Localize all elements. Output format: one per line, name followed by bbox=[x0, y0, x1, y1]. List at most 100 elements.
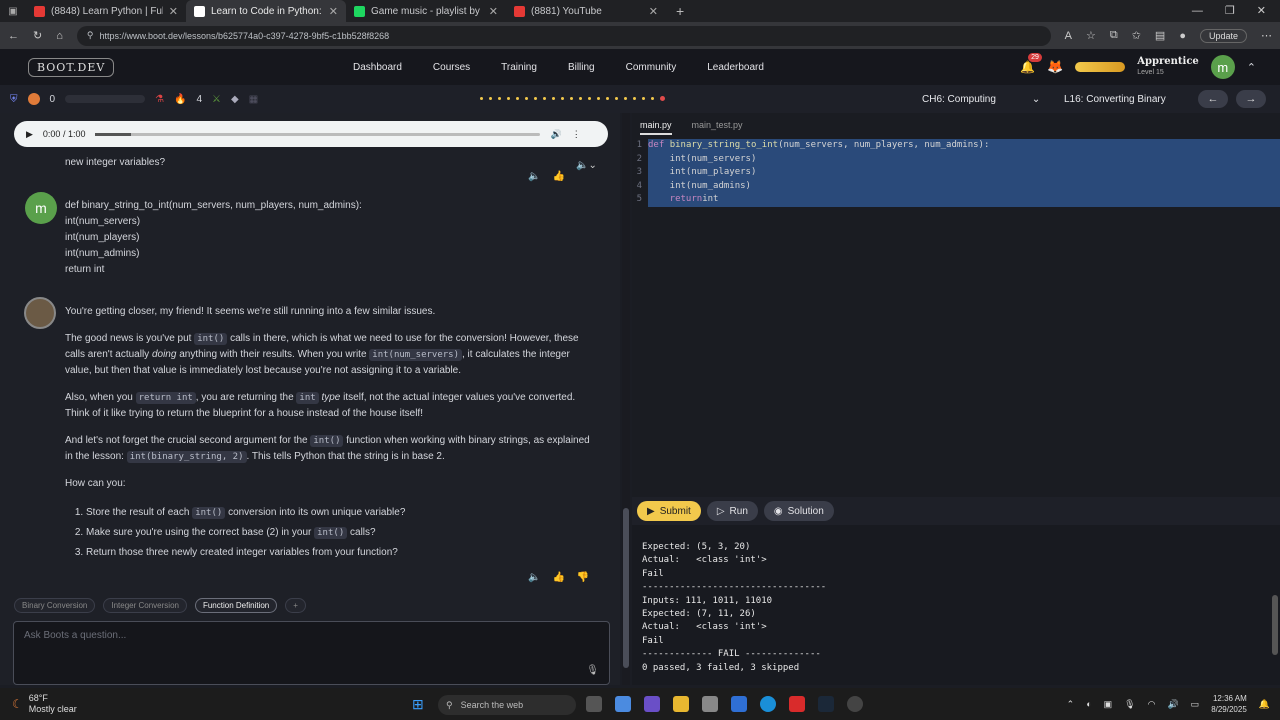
taskbar-search[interactable]: ⚲ Search the web bbox=[438, 695, 576, 715]
microphone-icon[interactable]: 🎙 bbox=[586, 665, 599, 676]
sword-icon[interactable]: ⚔ bbox=[212, 94, 221, 105]
more-icon[interactable]: ⋯ bbox=[1261, 29, 1272, 42]
chapter-select[interactable]: CH6: Computing ⌄ bbox=[922, 94, 1040, 105]
close-icon[interactable]: ✕ bbox=[329, 5, 338, 18]
media-icon[interactable] bbox=[789, 696, 805, 712]
chest-icon[interactable]: ▦ bbox=[249, 94, 258, 105]
url-text: https://www.boot.dev/lessons/b625774a0-c… bbox=[99, 30, 390, 41]
chip-function-definition[interactable]: Function Definition bbox=[194, 598, 278, 613]
flame-icon: 🔥 bbox=[174, 93, 187, 105]
file-explorer-icon[interactable] bbox=[673, 696, 689, 712]
minimize-icon[interactable]: — bbox=[1192, 0, 1203, 22]
code-lines[interactable]: 1 def binary_string_to_int (num_servers, n… bbox=[632, 139, 1280, 207]
favorite-star-icon[interactable]: ☆ bbox=[1086, 29, 1096, 42]
task-view-icon[interactable] bbox=[586, 696, 602, 712]
edge-icon[interactable] bbox=[760, 696, 776, 712]
next-lesson-button[interactable]: → bbox=[1236, 90, 1266, 108]
console-output: Expected: (5, 3, 20) Actual: <class 'int… bbox=[632, 525, 1280, 685]
extensions-icon[interactable]: ⧉ bbox=[1110, 29, 1118, 42]
home-icon[interactable]: ⌂ bbox=[56, 30, 63, 42]
voice-toggle[interactable]: 🔈⌄ bbox=[576, 158, 597, 174]
maximize-icon[interactable]: ❐ bbox=[1225, 0, 1235, 22]
chevron-up-icon[interactable]: ⌃ bbox=[1247, 61, 1256, 74]
back-icon[interactable]: ← bbox=[8, 30, 19, 42]
notifications-icon[interactable]: 🔔 bbox=[1259, 699, 1270, 710]
thumbs-up-icon[interactable]: 👍 bbox=[552, 570, 564, 586]
tray-app-icon[interactable]: ▣ bbox=[1104, 699, 1113, 710]
nav-training[interactable]: Training bbox=[501, 62, 537, 73]
tab-main-test-py[interactable]: main_test.py bbox=[692, 120, 743, 135]
browser-tab-1[interactable]: (8848) Learn Python | Full 7-Hour ✕ bbox=[26, 0, 186, 22]
windows-start-icon[interactable]: ⊞ bbox=[412, 696, 424, 713]
submit-button[interactable]: ▶ Submit bbox=[637, 501, 701, 521]
app-icon[interactable] bbox=[702, 696, 718, 712]
microphone-icon[interactable]: 🎙 bbox=[1124, 699, 1135, 710]
chip-integer-conversion[interactable]: Integer Conversion bbox=[103, 598, 187, 613]
code-editor[interactable]: main.py main_test.py 1 def binary_string_… bbox=[632, 113, 1280, 497]
run-button[interactable]: ▷ Run bbox=[706, 501, 758, 521]
new-tab-icon[interactable]: + bbox=[676, 3, 684, 19]
volume-icon[interactable]: 🔊 bbox=[550, 129, 561, 140]
collections-icon[interactable]: ▤ bbox=[1155, 29, 1165, 42]
thumbs-down-icon[interactable]: 👎 bbox=[577, 570, 589, 586]
console-scrollbar[interactable] bbox=[1272, 540, 1278, 680]
browser-tab-4[interactable]: (8881) YouTube ✕ bbox=[506, 0, 666, 22]
nav-community[interactable]: Community bbox=[626, 62, 677, 73]
notification-bell-icon[interactable]: 🔔 29 bbox=[1020, 53, 1042, 74]
lesson-select[interactable]: L16: Converting Binary⌄ bbox=[1064, 94, 1210, 105]
chip-binary-conversion[interactable]: Binary Conversion bbox=[14, 598, 96, 613]
pet-icon[interactable]: 🦊 bbox=[1047, 59, 1063, 75]
wifi-icon[interactable]: ◠ bbox=[1148, 699, 1156, 710]
speaker-icon[interactable]: 🔈 bbox=[528, 570, 540, 586]
play-icon: ▶ bbox=[647, 505, 655, 517]
prev-lesson-button[interactable]: ← bbox=[1198, 90, 1228, 108]
browser-tab-2[interactable]: Learn to Code in Python: Convert ✕ bbox=[186, 0, 346, 22]
clock[interactable]: 12:36 AM 8/29/2025 bbox=[1211, 693, 1247, 715]
url-field[interactable]: ⚲ https://www.boot.dev/lessons/b625774a0… bbox=[76, 25, 1051, 46]
speaker-icon[interactable]: 🔈 bbox=[528, 169, 540, 185]
battery-icon[interactable]: ▭ bbox=[1191, 699, 1200, 710]
read-aloud-icon[interactable]: A bbox=[1065, 30, 1072, 42]
tab-main-py[interactable]: main.py bbox=[640, 120, 672, 135]
more-vert-icon[interactable]: ⋮ bbox=[572, 129, 581, 140]
user-avatar[interactable]: m bbox=[1210, 55, 1235, 79]
github-icon[interactable] bbox=[847, 696, 863, 712]
close-icon[interactable]: ✕ bbox=[169, 5, 178, 18]
chat-scrollbar[interactable] bbox=[622, 113, 630, 685]
vscode-icon[interactable] bbox=[731, 696, 747, 712]
tray-app-icon[interactable]: ◐ bbox=[1086, 699, 1091, 709]
profile-icon[interactable]: ● bbox=[1179, 30, 1186, 42]
tab-menu-icon[interactable]: ▣ bbox=[0, 6, 26, 17]
add-chip-button[interactable]: + bbox=[285, 598, 306, 613]
close-window-icon[interactable]: ✕ bbox=[1257, 0, 1266, 22]
nav-billing[interactable]: Billing bbox=[568, 62, 595, 73]
play-icon[interactable]: ▶ bbox=[26, 129, 33, 140]
audio-seek-bar[interactable] bbox=[95, 132, 541, 136]
close-icon[interactable]: ✕ bbox=[649, 5, 658, 18]
solution-button[interactable]: ◉ Solution bbox=[763, 501, 834, 521]
copilot-icon[interactable] bbox=[615, 696, 631, 712]
volume-icon[interactable]: 🔊 bbox=[1167, 699, 1178, 710]
bootdev-logo[interactable]: BOOT.DEV bbox=[28, 57, 115, 77]
ask-boots-input[interactable]: Ask Boots a question... 🎙 bbox=[13, 621, 610, 685]
drop-icon[interactable]: ◆ bbox=[231, 94, 239, 105]
favorites-icon[interactable]: ✩ bbox=[1132, 29, 1141, 42]
nav-dashboard[interactable]: Dashboard bbox=[353, 62, 402, 73]
weather-widget[interactable]: ☾ 68°F Mostly clear bbox=[12, 693, 77, 715]
list-item: Make sure you're using the correct base … bbox=[86, 523, 595, 543]
site-info-icon[interactable]: ⚲ bbox=[87, 30, 94, 41]
close-icon[interactable]: ✕ bbox=[489, 5, 498, 18]
teams-icon[interactable] bbox=[644, 696, 660, 712]
user-code-line: int(num_players) bbox=[65, 232, 140, 243]
update-button[interactable]: Update bbox=[1199, 28, 1247, 43]
nav-courses[interactable]: Courses bbox=[433, 62, 470, 73]
lesson-toolbar: ⛨ 0 ⚗ 🔥 4 ⚔ ◆ ▦ CH6: Computing ⌄ L16: Con… bbox=[0, 85, 1280, 113]
steam-icon[interactable] bbox=[818, 696, 834, 712]
nav-leaderboard[interactable]: Leaderboard bbox=[707, 62, 764, 73]
audio-player[interactable]: ▶ 0:00 / 1:00 🔊 ⋮ bbox=[14, 121, 608, 147]
chevron-up-icon[interactable]: ⌃ bbox=[1067, 699, 1075, 710]
thumbs-up-icon[interactable]: 👍 bbox=[552, 169, 564, 185]
browser-tab-3[interactable]: Game music - playlist by icemaze ✕ bbox=[346, 0, 506, 22]
reload-icon[interactable]: ↻ bbox=[33, 29, 42, 42]
topic-chips: Binary Conversion Integer Conversion Fun… bbox=[14, 598, 306, 613]
